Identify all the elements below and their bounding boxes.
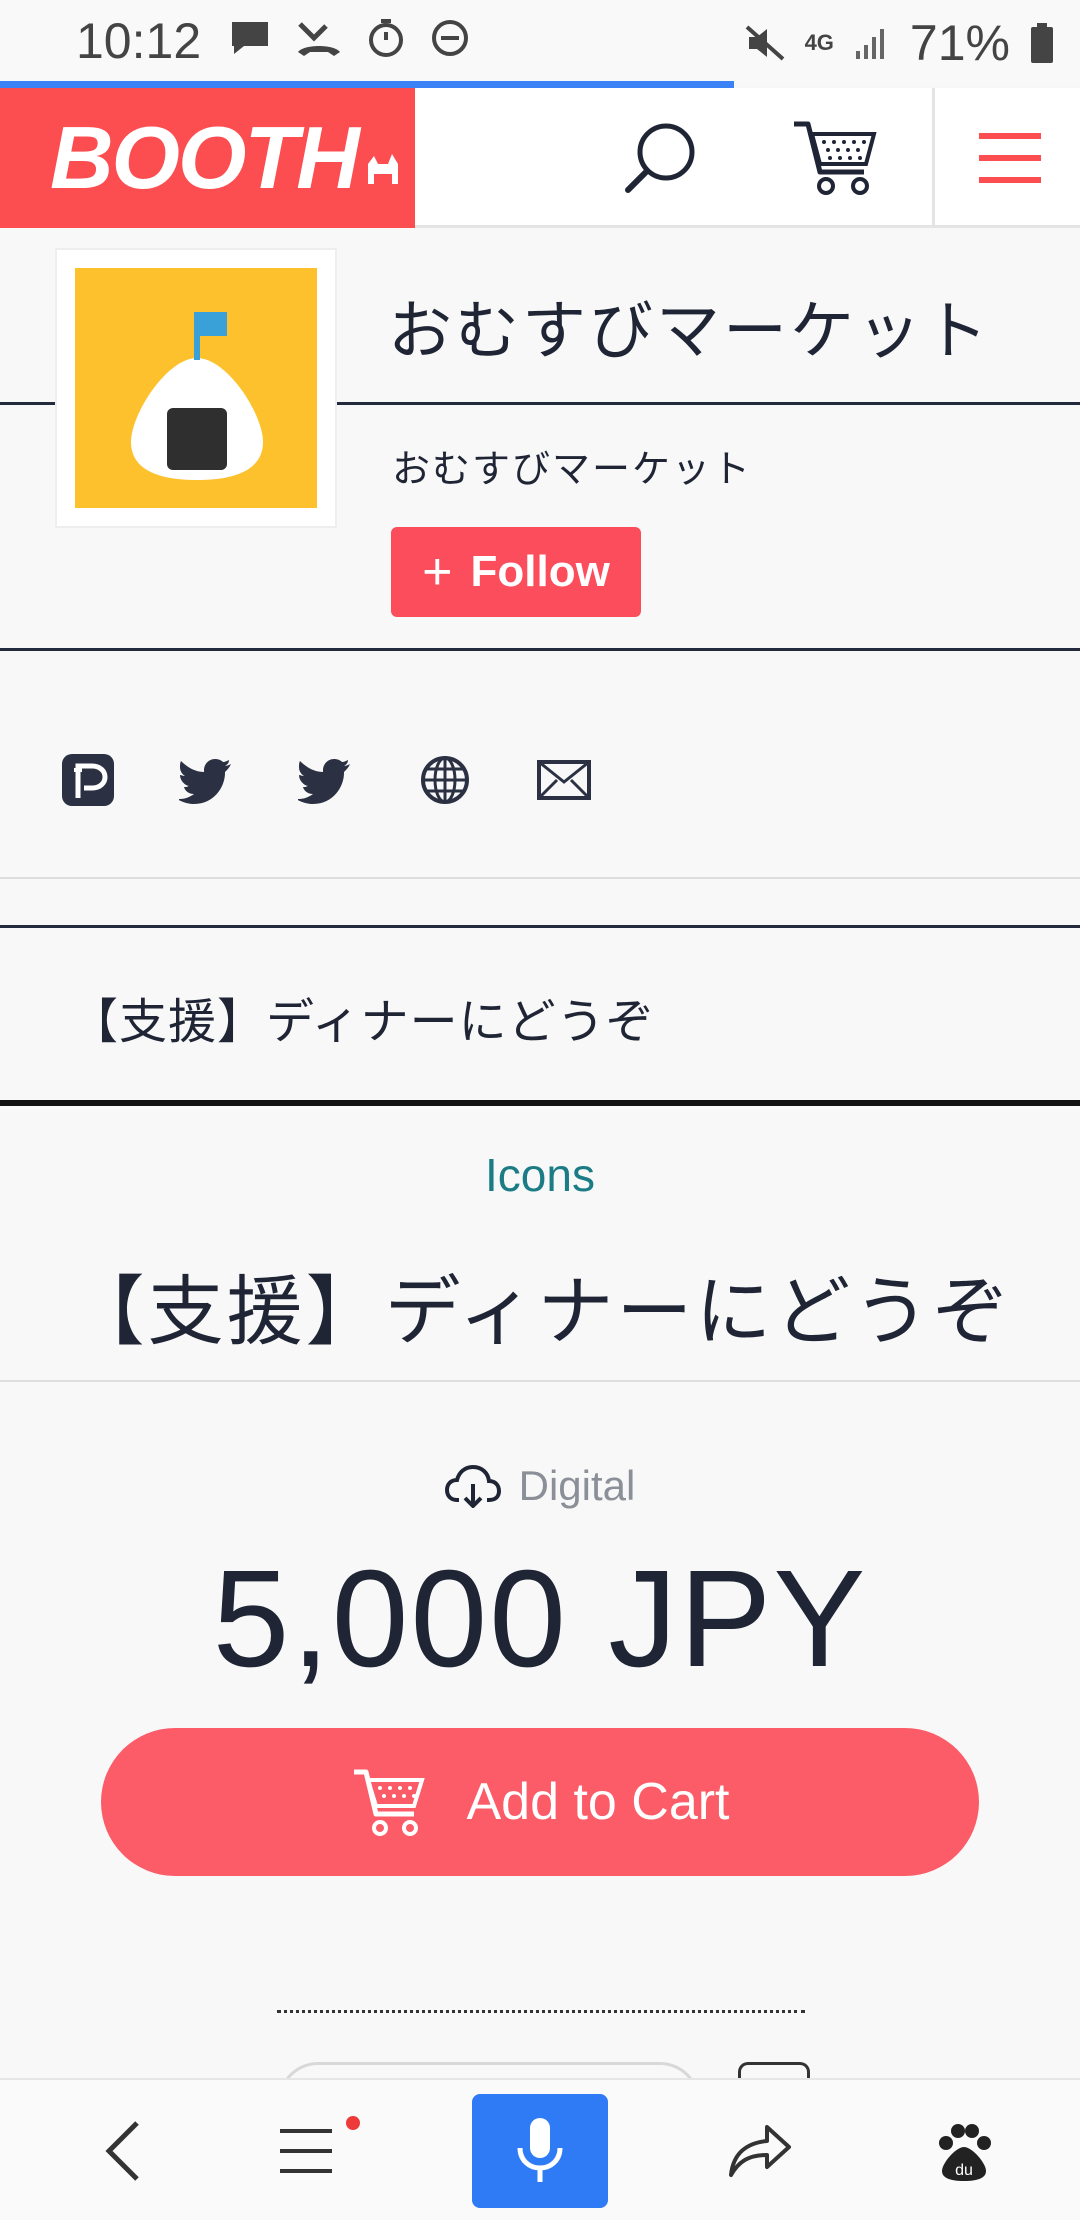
- cart-icon[interactable]: [790, 116, 880, 200]
- back-arrow-icon: [105, 2121, 139, 2181]
- search-icon[interactable]: [620, 118, 700, 198]
- logo-text: BOOTH: [50, 108, 360, 207]
- follow-button[interactable]: + Follow: [391, 527, 641, 617]
- item-type-label: Digital: [518, 1462, 636, 1509]
- divider: [0, 1380, 1080, 1382]
- mute-icon: [745, 25, 784, 61]
- item-breadcrumb[interactable]: 【支援】ディナーにどうぞ: [70, 982, 655, 1052]
- status-icons-right: 4G 71%: [743, 14, 1056, 72]
- shop-avatar[interactable]: [55, 248, 337, 528]
- microphone-icon: [517, 2118, 563, 2182]
- dotted-divider: [277, 2010, 805, 2013]
- notification-dot: [346, 2116, 360, 2130]
- divider: [0, 1100, 1080, 1106]
- battery-percent: 71%: [909, 15, 1010, 71]
- voice-search-button[interactable]: [472, 2094, 608, 2208]
- shop-name[interactable]: おむすびマーケット: [388, 280, 991, 372]
- divider: [337, 402, 1080, 405]
- site-header: BOOTH: [0, 88, 1080, 228]
- logo-mascot-icon: [367, 154, 398, 184]
- item-title: 【支援】ディナーにどうぞ: [68, 1267, 1012, 1356]
- status-bar: 10:12 4G 71%: [0, 0, 1080, 82]
- twitter-icon[interactable]: [298, 752, 354, 808]
- battery-icon: [1031, 23, 1053, 63]
- page-load-progress: [0, 81, 735, 88]
- category-link[interactable]: Icons: [0, 1148, 1080, 1202]
- cloud-download-icon: [444, 1464, 501, 1508]
- divider: [0, 402, 55, 405]
- divider: [0, 648, 1080, 651]
- baidu-paw-icon: du: [939, 2124, 991, 2181]
- baidu-button[interactable]: du: [924, 2080, 1004, 2220]
- social-links: [60, 752, 592, 808]
- add-to-cart-label: Add to Cart: [466, 1773, 730, 1831]
- back-button[interactable]: [80, 2080, 166, 2220]
- booth-logo[interactable]: BOOTH: [0, 88, 415, 228]
- timer-icon: [369, 19, 403, 57]
- share-button[interactable]: [720, 2080, 800, 2220]
- mail-icon[interactable]: [536, 752, 592, 808]
- menu-icon: [280, 2129, 332, 2173]
- item-price: 5,000 JPY: [212, 1542, 868, 1696]
- svg-text:du: du: [955, 2162, 973, 2179]
- browser-bottom-nav: du: [0, 2078, 1080, 2220]
- menu-button[interactable]: [262, 2080, 350, 2220]
- globe-icon[interactable]: [417, 752, 473, 808]
- add-to-cart-button[interactable]: Add to Cart: [101, 1728, 979, 1876]
- share-icon: [729, 2125, 791, 2177]
- divider: [0, 877, 1080, 879]
- hamburger-menu-icon[interactable]: [975, 128, 1045, 188]
- header-divider: [932, 88, 935, 228]
- cart-icon: [354, 1769, 426, 1836]
- item-type: Digital: [0, 1462, 1080, 1510]
- message-icon: [232, 22, 268, 54]
- plus-icon: +: [422, 543, 453, 601]
- shop-subtitle: おむすびマーケット: [392, 447, 753, 491]
- status-time: 10:12: [76, 13, 202, 69]
- follow-label: Follow: [470, 547, 610, 596]
- status-icons-left: [228, 18, 470, 58]
- dnd-icon: [432, 20, 468, 56]
- pixiv-icon[interactable]: [60, 752, 116, 808]
- network-label: 4G: [804, 30, 834, 55]
- twitter-icon[interactable]: [179, 752, 235, 808]
- signal-icon: [855, 29, 884, 59]
- missed-call-icon: [298, 22, 340, 56]
- onigiri-icon: [75, 268, 317, 508]
- divider: [0, 925, 1080, 928]
